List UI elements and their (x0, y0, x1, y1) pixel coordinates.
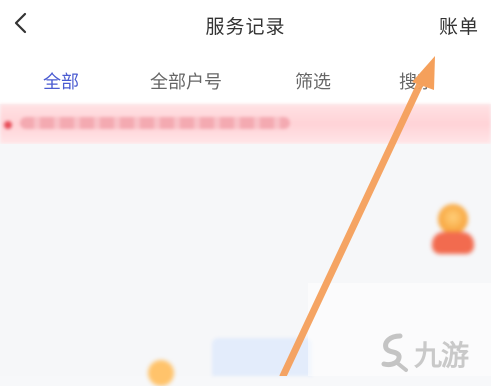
notice-dot-icon (4, 121, 12, 129)
navigation-bar: 服务记录 账单 (0, 0, 491, 52)
tab-all-accounts[interactable]: 全部户号 (150, 68, 222, 94)
notice-banner[interactable] (0, 104, 491, 144)
watermark-logo-icon (381, 333, 408, 372)
floating-assistant-icon[interactable] (430, 200, 476, 256)
tab-bar: 全部 全部户号 筛选 搜索 (0, 52, 491, 104)
bottom-card-blurred (212, 338, 312, 376)
bottom-blob-blurred (148, 360, 174, 386)
tab-filter[interactable]: 筛选 (295, 68, 331, 94)
watermark-text: 九游 (414, 340, 469, 371)
notice-text-blurred (20, 117, 290, 129)
page-title: 服务记录 (205, 17, 286, 38)
tab-search[interactable]: 搜索 (399, 68, 435, 94)
bill-button[interactable]: 账单 (439, 12, 479, 39)
tab-all[interactable]: 全部 (43, 68, 79, 94)
